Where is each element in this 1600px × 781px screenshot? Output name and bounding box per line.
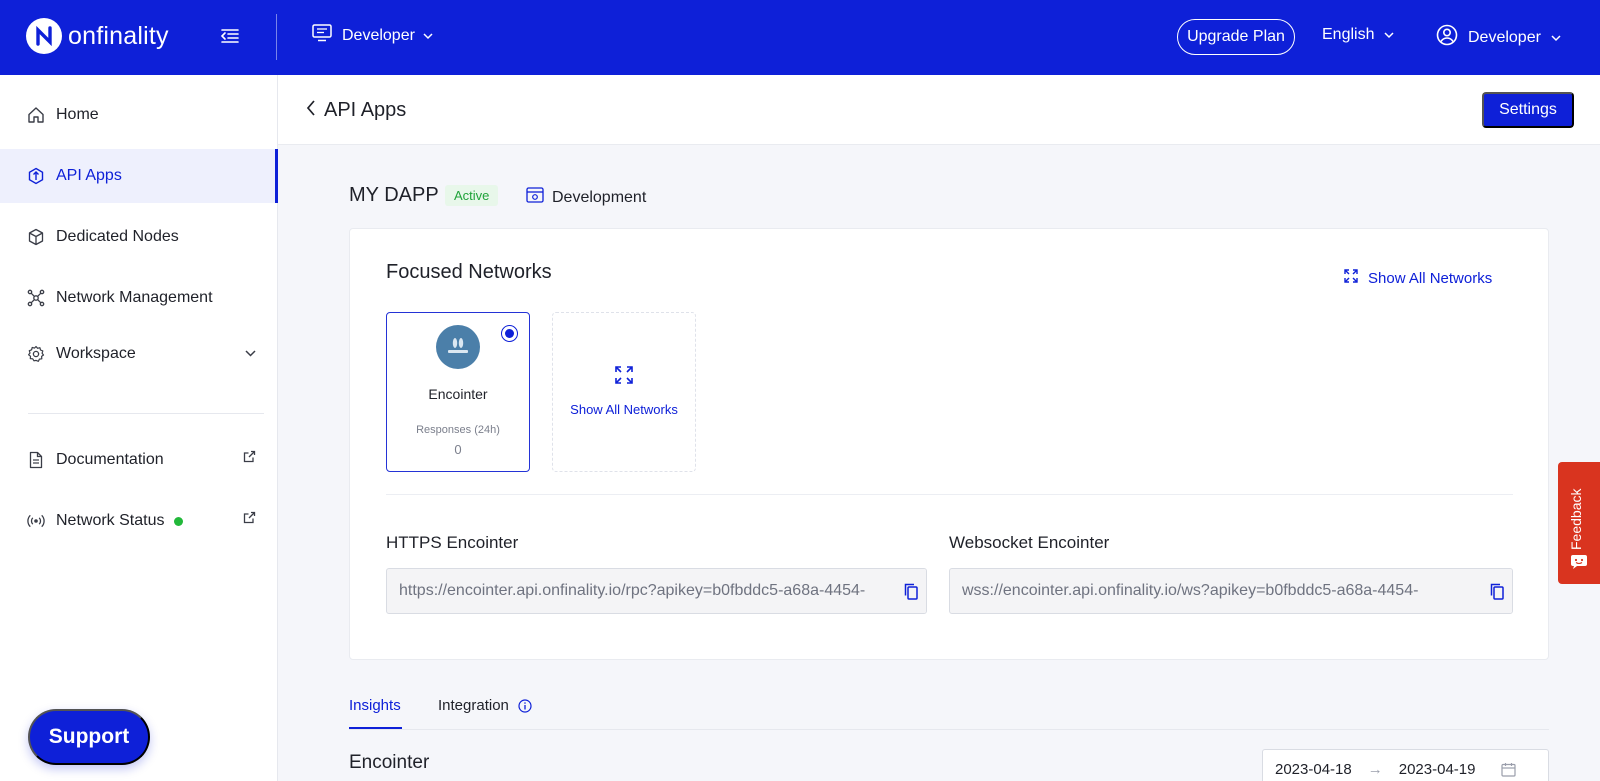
home-icon bbox=[26, 105, 46, 125]
sidebar-item-label: API Apps bbox=[56, 167, 122, 184]
api-apps-icon bbox=[26, 166, 46, 186]
sidebar-item-network-management[interactable]: Network Management bbox=[0, 271, 278, 325]
websocket-endpoint-value: wss://encointer.api.onfinality.io/ws?api… bbox=[962, 582, 1419, 599]
websocket-endpoint-label: Websocket Encointer bbox=[949, 533, 1110, 552]
feedback-tab[interactable]: Feedback bbox=[1558, 462, 1600, 584]
expand-icon bbox=[1344, 269, 1358, 287]
insights-section-title: Encointer bbox=[349, 752, 430, 773]
user-avatar-icon bbox=[1436, 24, 1458, 51]
onfinality-logo-icon bbox=[26, 18, 62, 54]
date-range-picker[interactable]: 2023-04-18 → 2023-04-19 bbox=[1262, 749, 1549, 781]
app-name: MY DAPP bbox=[349, 184, 439, 206]
websocket-endpoint-field[interactable]: wss://encointer.api.onfinality.io/ws?api… bbox=[949, 568, 1513, 614]
show-all-networks-label: Show All Networks bbox=[1368, 269, 1493, 287]
sidebar-divider bbox=[28, 413, 264, 414]
sidebar-item-label: Dedicated Nodes bbox=[56, 228, 179, 245]
language-label: English bbox=[1322, 26, 1375, 43]
page-title: API Apps bbox=[324, 99, 407, 121]
sidebar-item-label: Documentation bbox=[56, 451, 164, 468]
topbar-divider bbox=[276, 14, 277, 60]
sidebar-item-workspace[interactable]: Workspace bbox=[0, 327, 278, 381]
sidebar-item-home[interactable]: Home bbox=[0, 88, 278, 142]
settings-button[interactable]: Settings bbox=[1482, 92, 1574, 128]
back-button[interactable]: API Apps bbox=[306, 99, 406, 122]
status-badge: Active bbox=[445, 185, 499, 206]
environment-label: Development bbox=[526, 186, 646, 209]
logo-text: onfinality bbox=[68, 21, 169, 50]
card-divider bbox=[386, 494, 1513, 495]
sidebar-item-network-status[interactable]: Network Status bbox=[0, 494, 278, 548]
sidebar-item-label: Network Status bbox=[56, 512, 165, 529]
https-endpoint-value: https://encointer.api.onfinality.io/rpc?… bbox=[399, 582, 866, 599]
gear-icon bbox=[26, 344, 46, 364]
language-selector[interactable]: English bbox=[1322, 26, 1395, 44]
sidebar: Home API Apps Dedicated Nodes Network Ma… bbox=[0, 75, 278, 781]
sidebar-item-label: Network Management bbox=[56, 289, 213, 306]
feedback-chat-icon bbox=[1570, 554, 1588, 575]
external-link-icon bbox=[243, 511, 256, 529]
tab-integration-label: Integration bbox=[438, 697, 509, 714]
show-all-networks-link[interactable]: Show All Networks bbox=[1344, 269, 1492, 287]
network-radio[interactable] bbox=[501, 325, 518, 342]
environment-text: Development bbox=[552, 188, 647, 206]
copy-icon[interactable] bbox=[1482, 569, 1512, 613]
calendar-icon bbox=[1501, 762, 1517, 777]
user-label: Developer bbox=[1468, 28, 1541, 46]
sidebar-item-label: Home bbox=[56, 106, 99, 123]
cube-icon bbox=[26, 227, 46, 247]
menu-collapse-icon[interactable] bbox=[220, 26, 240, 48]
https-endpoint-field[interactable]: https://encointer.api.onfinality.io/rpc?… bbox=[386, 568, 927, 614]
chevron-left-icon bbox=[306, 99, 316, 122]
chevron-down-icon bbox=[245, 344, 256, 362]
user-menu[interactable]: Developer bbox=[1436, 24, 1561, 51]
network-icon bbox=[26, 288, 46, 308]
sidebar-item-api-apps[interactable]: API Apps bbox=[0, 149, 278, 203]
responses-label: Responses (24h) bbox=[416, 424, 500, 436]
support-button[interactable]: Support bbox=[28, 709, 150, 765]
logo[interactable]: onfinality bbox=[26, 18, 169, 54]
upgrade-plan-button[interactable]: Upgrade Plan bbox=[1177, 19, 1295, 55]
encointer-logo-icon bbox=[436, 325, 480, 369]
workspace-switcher[interactable]: Developer bbox=[312, 24, 433, 47]
environment-icon bbox=[526, 186, 544, 209]
network-tile-encointer[interactable]: Encointer Responses (24h) 0 bbox=[386, 312, 530, 472]
sidebar-item-dedicated-nodes[interactable]: Dedicated Nodes bbox=[0, 210, 278, 264]
network-name: Encointer bbox=[428, 386, 488, 402]
focused-networks-card: Focused Networks Show All Networks Encoi… bbox=[349, 228, 1549, 660]
chevron-down-icon bbox=[1551, 29, 1561, 47]
date-to: 2023-04-19 bbox=[1398, 760, 1476, 778]
https-endpoint-label: HTTPS Encointer bbox=[386, 533, 519, 552]
feedback-label: Feedback bbox=[1568, 488, 1584, 550]
document-icon bbox=[26, 450, 46, 470]
chevron-down-icon bbox=[1384, 26, 1395, 44]
tab-integration[interactable]: Integration bbox=[438, 697, 532, 714]
sidebar-item-label: Workspace bbox=[56, 345, 136, 362]
broadcast-icon bbox=[26, 511, 46, 531]
tab-insights[interactable]: Insights bbox=[349, 697, 401, 714]
date-from: 2023-04-18 bbox=[1275, 760, 1352, 778]
copy-icon[interactable] bbox=[896, 569, 926, 613]
page-header: API Apps Settings bbox=[278, 75, 1600, 145]
expand-icon bbox=[615, 366, 633, 389]
active-tab-indicator bbox=[349, 727, 402, 729]
top-bar: onfinality Developer Upgrade Plan Englis… bbox=[0, 0, 1600, 75]
show-all-networks-tile-label: Show All Networks bbox=[570, 402, 678, 417]
show-all-networks-tile[interactable]: Show All Networks bbox=[552, 312, 696, 472]
info-icon bbox=[518, 698, 532, 713]
sidebar-item-documentation[interactable]: Documentation bbox=[0, 433, 278, 487]
card-title: Focused Networks bbox=[386, 261, 552, 283]
workspace-icon bbox=[312, 24, 332, 47]
external-link-icon bbox=[243, 450, 256, 468]
chevron-down-icon bbox=[423, 27, 433, 45]
workspace-label: Developer bbox=[342, 26, 415, 44]
tabs-divider bbox=[349, 729, 1549, 730]
responses-value: 0 bbox=[454, 442, 462, 457]
network-status-indicator bbox=[174, 516, 184, 526]
arrow-right-icon: → bbox=[1367, 760, 1383, 778]
